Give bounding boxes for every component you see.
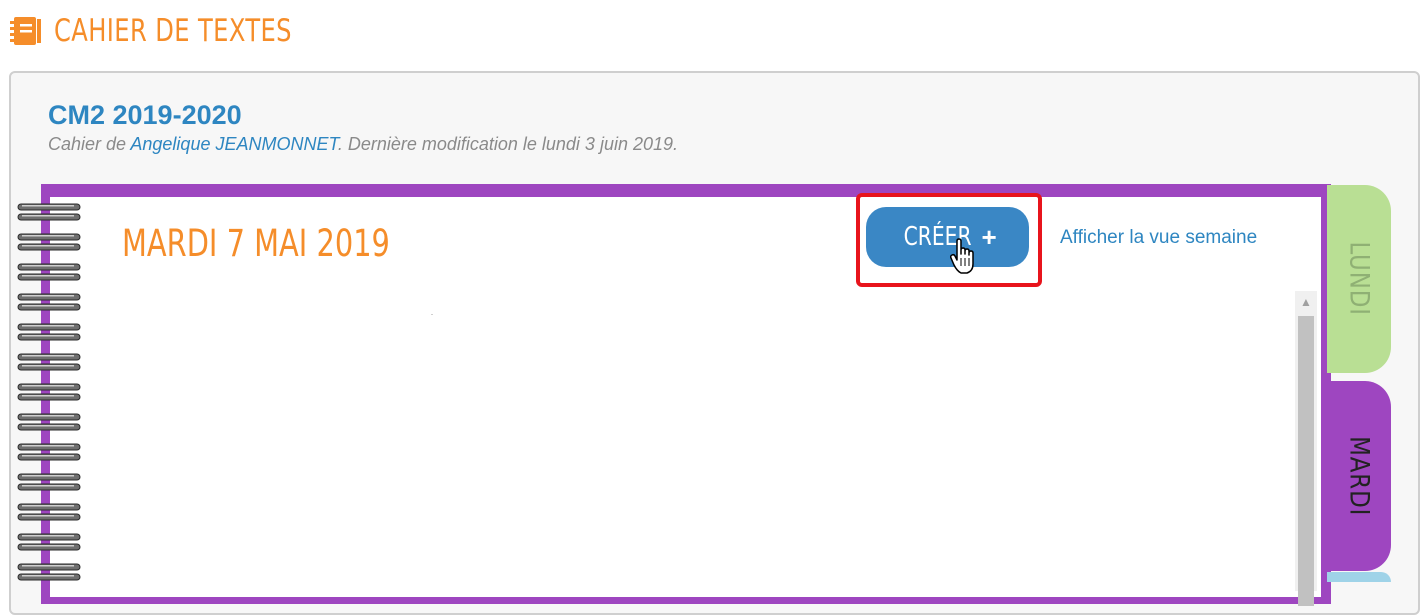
notebook-icon: [10, 17, 41, 45]
page-dot: [431, 314, 433, 315]
day-heading: MARDI 7 MAI 2019: [122, 222, 390, 265]
scroll-up-arrow-icon[interactable]: ▲: [1295, 291, 1317, 313]
tab-next[interactable]: [1327, 572, 1391, 582]
scroll-thumb[interactable]: [1298, 316, 1314, 606]
tab-mardi-label: MARDI: [1343, 435, 1375, 517]
app-title: CAHIER DE TEXTES: [54, 13, 292, 49]
plus-icon: +: [981, 221, 997, 252]
scrollbar[interactable]: ▲: [1295, 291, 1317, 606]
tab-lundi-label: LUNDI: [1343, 241, 1375, 317]
week-view-link[interactable]: Afficher la vue semaine: [1060, 227, 1257, 249]
notebook-title: CM2 2019-2020: [48, 100, 242, 130]
author-link[interactable]: Angelique JEANMONNET: [130, 134, 337, 154]
subtitle-suffix: . Dernière modification le lundi 3 juin …: [337, 134, 679, 154]
subtitle-prefix: Cahier de: [48, 134, 131, 154]
app-header: CAHIER DE TEXTES: [10, 10, 359, 52]
spiral-binding-icon: [17, 203, 81, 581]
tab-mardi[interactable]: MARDI: [1327, 381, 1391, 571]
hand-pointer-icon: [950, 238, 974, 274]
tab-lundi[interactable]: LUNDI: [1327, 185, 1391, 373]
create-button[interactable]: CRÉER +: [866, 207, 1029, 267]
notebook-subtitle: Cahier de Angelique JEANMONNET. Dernière…: [48, 134, 678, 155]
